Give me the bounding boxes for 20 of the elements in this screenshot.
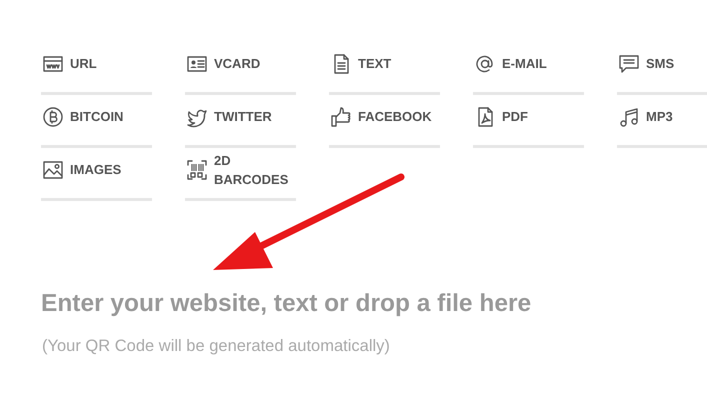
hint-text: (Your QR Code will be generated automatically): [42, 336, 391, 357]
image-icon: [42, 159, 64, 181]
thumbs-up-icon: [330, 106, 352, 128]
type-button[interactable]: FACEBOOK: [329, 95, 440, 148]
type-button[interactable]: VCARD: [185, 42, 296, 95]
type-button[interactable]: 2D BARCODES: [185, 148, 296, 201]
type-button[interactable]: E-MAIL: [473, 42, 584, 95]
type-button[interactable]: MP3: [617, 95, 707, 148]
type-button[interactable]: PDF: [473, 95, 584, 148]
type-button[interactable]: TEXT: [329, 42, 440, 95]
type-button[interactable]: URL: [41, 42, 152, 95]
music-note-icon: [618, 106, 640, 128]
type-button[interactable]: IMAGES: [41, 148, 152, 201]
bitcoin-icon: [42, 106, 64, 128]
type-button[interactable]: SMS: [617, 42, 707, 95]
input-field[interactable]: Enter your website, text or drop a file here: [41, 286, 681, 322]
chat-bubble-icon: [618, 53, 640, 75]
type-button[interactable]: BITCOIN: [41, 95, 152, 148]
barcode-icon: [186, 159, 208, 181]
type-button[interactable]: TWITTER: [185, 95, 296, 148]
